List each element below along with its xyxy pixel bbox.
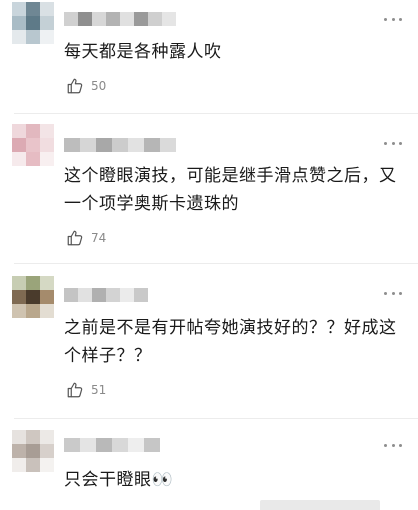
comment-list: 每天都是各种露人吹 50 这个瞪眼演技，可能是继手滑点赞之后，又一个项学奥斯卡遗…	[0, 0, 418, 510]
divider	[14, 113, 418, 114]
avatar[interactable]	[12, 2, 54, 44]
comment-item: 每天都是各种露人吹 50	[0, 0, 418, 118]
comment-text: 只会干瞪眼👀	[64, 470, 174, 490]
thumbs-up-icon	[67, 382, 83, 398]
more-dots-icon[interactable]	[384, 290, 402, 296]
comment-item: 这个瞪眼演技，可能是继手滑点赞之后，又一个项学奥斯卡遗珠的 74	[0, 118, 418, 266]
more-dots-icon[interactable]	[384, 442, 402, 448]
avatar[interactable]	[12, 276, 54, 318]
avatar[interactable]	[12, 124, 54, 166]
comment-item: 之前是不是有开帖夸她演技好的？？好成这个样子？？ 51	[0, 268, 418, 418]
more-dots-icon[interactable]	[384, 140, 402, 146]
username-blurred[interactable]	[64, 138, 176, 152]
like-count: 74	[91, 231, 107, 245]
username-blurred[interactable]	[64, 12, 176, 26]
thumbs-up-icon	[67, 230, 83, 246]
like-button[interactable]: 50	[66, 76, 106, 96]
divider	[14, 263, 418, 264]
comment-text: 这个瞪眼演技，可能是继手滑点赞之后，又一个项学奥斯卡遗珠的	[64, 166, 397, 214]
username-blurred[interactable]	[64, 288, 148, 302]
like-count: 50	[91, 79, 107, 93]
cropped-content	[260, 500, 380, 510]
comment-item: 只会干瞪眼👀	[0, 420, 418, 510]
like-button[interactable]: 74	[66, 228, 106, 248]
divider	[14, 418, 418, 419]
thumbs-up-icon	[67, 78, 83, 94]
avatar[interactable]	[12, 430, 54, 472]
like-count: 51	[91, 383, 107, 397]
username-blurred[interactable]	[64, 438, 160, 452]
comment-text: 之前是不是有开帖夸她演技好的？？好成这个样子？？	[64, 318, 397, 366]
like-button[interactable]: 51	[66, 380, 106, 400]
comment-text: 每天都是各种露人吹	[64, 42, 222, 62]
more-dots-icon[interactable]	[384, 16, 402, 22]
